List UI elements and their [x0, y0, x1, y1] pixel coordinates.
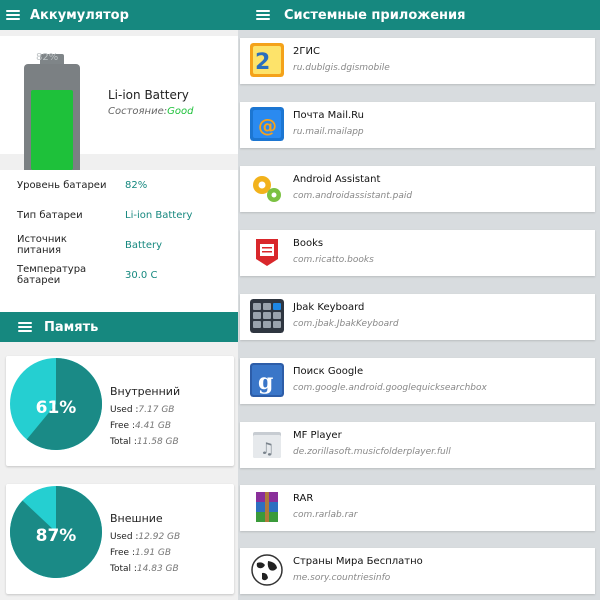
svg-text:2: 2 — [255, 50, 270, 75]
app-package: com.ricatto.books — [293, 255, 374, 265]
memory-used: Used :12.92 GB — [110, 532, 180, 542]
app-package: com.jbak.JbakKeyboard — [293, 319, 399, 329]
app-list-item[interactable]: Android Assistant com.androidassistant.p… — [240, 166, 595, 212]
system-apps-appbar: Системные приложения — [238, 0, 600, 30]
used-value: 7.17 GB — [138, 405, 175, 415]
total-value: 11.58 GB — [136, 437, 179, 447]
app-name: RAR — [293, 493, 314, 504]
app-list-item[interactable]: g Поиск Google com.google.android.google… — [240, 358, 595, 404]
app-package: ru.dublgis.dgismobile — [293, 63, 390, 73]
memory-name: Внутренний — [110, 385, 181, 398]
menu-icon[interactable] — [256, 10, 270, 20]
app-package: com.google.android.googlequicksearchbox — [293, 383, 487, 393]
app-package: ru.mail.mailapp — [293, 127, 364, 137]
total-label: Total : — [110, 564, 137, 574]
battery-state-value: Good — [167, 106, 194, 117]
battery-level-fill — [31, 89, 73, 170]
battery-title: Аккумулятор — [30, 7, 129, 23]
used-value: 12.92 GB — [138, 532, 181, 542]
google-icon: g — [250, 363, 284, 397]
free-label: Free : — [110, 548, 135, 558]
total-label: Total : — [110, 437, 137, 447]
menu-icon[interactable] — [6, 10, 20, 20]
memory-total: Total :11.58 GB — [110, 437, 179, 447]
info-label: Тип батареи — [17, 209, 83, 221]
app-name: Books — [293, 238, 324, 249]
menu-icon[interactable] — [18, 322, 32, 332]
app-list-item[interactable]: 2 2ГИС ru.dublgis.dgismobile — [240, 38, 595, 84]
app-name: MF Player — [293, 430, 342, 441]
app-list-item[interactable]: @ Почта Mail.Ru ru.mail.mailapp — [240, 102, 595, 148]
info-row: Температура батареи 30.0 C — [0, 260, 238, 290]
system-apps-panel: Системные приложения 2 2ГИС ru.dublgis.d… — [238, 0, 600, 600]
app-package: com.rarlab.rar — [293, 510, 358, 520]
app-name: Страны Мира Бесплатно — [293, 556, 423, 567]
memory-card-external[interactable]: 87% Внешние Used :12.92 GB Free :1.91 GB… — [6, 484, 234, 594]
battery-card: 82% Li-ion Battery Состояние:Good — [0, 36, 238, 178]
memory-free: Free :4.41 GB — [110, 421, 171, 431]
info-value: Li-ion Battery — [125, 209, 193, 221]
app-list-item[interactable]: Страны Мира Бесплатно me.sory.countriesi… — [240, 548, 595, 594]
books-icon — [256, 239, 278, 266]
battery-state-label: Состояние: — [108, 106, 168, 117]
info-row: Уровень батареи 82% — [0, 170, 238, 200]
battery-panel: Аккумулятор 82% Li-ion Battery Состояние… — [0, 0, 238, 600]
svg-text:@: @ — [258, 115, 277, 137]
info-row: Источник питания Battery — [0, 230, 238, 260]
battery-appbar: Аккумулятор — [0, 0, 238, 30]
music-folder-icon: ♫ — [253, 432, 281, 458]
gears-icon — [253, 176, 281, 202]
app-name: Android Assistant — [293, 174, 381, 185]
app-name: 2ГИС — [293, 46, 320, 57]
app-package: me.sory.countriesinfo — [293, 573, 391, 583]
info-value: 82% — [125, 179, 148, 191]
battery-icon — [24, 64, 80, 178]
memory-free: Free :1.91 GB — [110, 548, 171, 558]
app-list-item[interactable]: Jbak Keyboard com.jbak.JbakKeyboard — [240, 294, 595, 340]
app-list-item[interactable]: ♫ MF Player de.zorillasoft.musicfolderpl… — [240, 422, 595, 468]
info-value: Battery — [125, 239, 163, 251]
app-package: de.zorillasoft.musicfolderplayer.full — [293, 447, 451, 457]
keyboard-icon — [250, 299, 284, 333]
app-name: Почта Mail.Ru — [293, 110, 365, 121]
memory-percent: 61% — [35, 398, 77, 418]
memory-card-internal[interactable]: 61% Внутренний Used :7.17 GB Free :4.41 … — [6, 356, 234, 466]
info-label: Температура батареи — [17, 264, 87, 286]
info-row: Тип батареи Li-ion Battery — [0, 200, 238, 230]
app-name: Поиск Google — [293, 366, 364, 377]
info-label: Уровень батареи — [17, 179, 107, 191]
memory-total: Total :14.83 GB — [110, 564, 179, 574]
memory-title: Память — [44, 319, 99, 335]
used-label: Used : — [110, 405, 139, 415]
used-label: Used : — [110, 532, 139, 542]
battery-state: Состояние:Good — [108, 106, 193, 117]
memory-percent: 87% — [35, 526, 77, 546]
svg-text:g: g — [258, 369, 273, 395]
battery-info-list: Уровень батареи 82% Тип батареи Li-ion B… — [0, 170, 238, 312]
total-value: 14.83 GB — [136, 564, 179, 574]
info-value: 30.0 C — [125, 269, 158, 281]
svg-text:♫: ♫ — [260, 439, 274, 458]
app-list-item[interactable]: RAR com.rarlab.rar — [240, 485, 595, 531]
memory-name: Внешние — [110, 512, 163, 525]
rar-icon — [256, 492, 278, 522]
free-value: 1.91 GB — [135, 548, 172, 558]
memory-appbar: Память — [0, 312, 238, 342]
app-list-item[interactable]: Books com.ricatto.books — [240, 230, 595, 276]
info-label: Источник питания — [17, 234, 67, 256]
mail-icon: @ — [250, 107, 284, 141]
app-package: com.androidassistant.paid — [293, 191, 413, 201]
system-apps-title: Системные приложения — [284, 7, 466, 23]
battery-level-overlay: 82% — [36, 52, 59, 63]
globe-icon — [251, 554, 283, 586]
memory-used: Used :7.17 GB — [110, 405, 174, 415]
free-label: Free : — [110, 421, 135, 431]
2gis-icon: 2 — [250, 43, 284, 77]
battery-name: Li-ion Battery — [108, 88, 189, 102]
app-name: Jbak Keyboard — [293, 302, 365, 313]
free-value: 4.41 GB — [135, 421, 172, 431]
